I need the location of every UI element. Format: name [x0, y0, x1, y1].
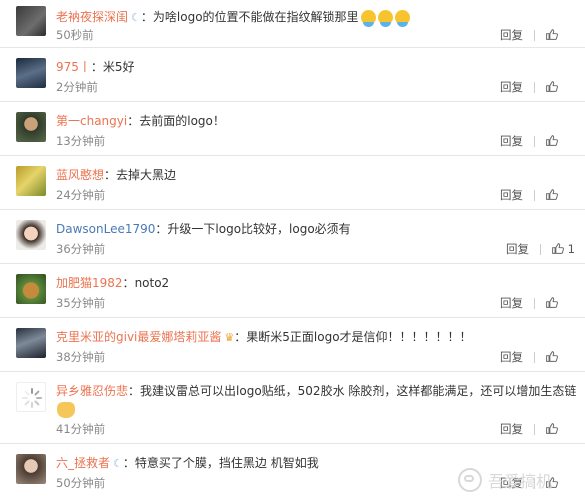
divider [534, 136, 535, 147]
comment-item: 克里米亚的givi最爱娜塔莉亚酱 ♛：果断米5正面logo才是信仰！！！！！！！ … [0, 318, 585, 372]
thumbs-up-icon [546, 189, 558, 200]
vip-badge-icon: ☾ [131, 10, 141, 24]
reply-button[interactable]: 回复 [500, 80, 523, 94]
comment-time: 2分钟前 [56, 80, 98, 94]
thumbs-up-icon [546, 297, 558, 308]
thumbs-up-icon [546, 423, 558, 434]
reply-button[interactable]: 回复 [500, 28, 523, 42]
divider [534, 424, 535, 435]
avatar[interactable] [16, 220, 46, 250]
watermark-text: 吾爱搞机 [488, 472, 553, 491]
divider [534, 352, 535, 363]
like-button[interactable]: 1 [551, 242, 575, 256]
avatar[interactable] [16, 454, 46, 484]
thumbs-up-icon [546, 29, 558, 40]
comment-text: 米5好 [102, 60, 135, 74]
avatar[interactable] [16, 6, 46, 36]
comment-time: 24分钟前 [56, 188, 106, 202]
avatar[interactable] [16, 112, 46, 142]
comment-time: 41分钟前 [56, 422, 106, 436]
divider [534, 190, 535, 201]
avatar[interactable] [16, 382, 46, 412]
avatar[interactable] [16, 328, 46, 358]
comment-text: 去掉大黑边 [116, 168, 177, 182]
commenter-name[interactable]: 975丨 [56, 60, 91, 74]
thumbs-up-icon [546, 81, 558, 92]
commenter-name[interactable]: 异乡雅忍伤悲 [56, 384, 128, 398]
comment-text: noto2 [134, 276, 170, 290]
thumbs-up-icon [546, 351, 558, 362]
commenter-name[interactable]: 蓝风憨想 [56, 168, 104, 182]
reply-button[interactable]: 回复 [500, 188, 523, 202]
commenter-name[interactable]: 六_拯救者 [56, 456, 110, 470]
comment-item: 第一changyi：去前面的logo！ 13分钟前 回复 [0, 102, 585, 156]
comment-list: 老衲夜探深闺 ☾：为啥logo的位置不能做在指纹解锁那里 50秒前 回复 975丨… [0, 0, 585, 504]
commenter-name[interactable]: 克里米亚的givi最爱娜塔莉亚酱 [56, 330, 221, 344]
emoji-icon [377, 10, 393, 27]
comment-item: 975丨：米5好 2分钟前 回复 [0, 48, 585, 102]
like-button[interactable] [545, 28, 558, 42]
commenter-name[interactable]: DawsonLee1790 [56, 222, 155, 236]
comment-item: 加肥猫1982：noto2 35分钟前 回复 [0, 264, 585, 318]
avatar[interactable] [16, 166, 46, 196]
thumbs-up-icon [546, 135, 558, 146]
divider [540, 244, 541, 255]
comment-item: 蓝风憨想：去掉大黑边 24分钟前 回复 [0, 156, 585, 210]
comment-text: 特意买了个膜，挡住黑边 机智如我 [134, 456, 319, 470]
like-button[interactable] [545, 134, 558, 148]
comment-text: 去前面的logo！ [139, 114, 225, 128]
comment-time: 50分钟前 [56, 476, 106, 490]
commenter-name[interactable]: 老衲夜探深闺 [56, 10, 128, 24]
watermark: 吾爱搞机 [458, 468, 552, 492]
comment-text: 为啥logo的位置不能做在指纹解锁那里 [152, 10, 359, 24]
avatar[interactable] [16, 274, 46, 304]
comment-text: 果断米5正面logo才是信仰！！！！！！！ [246, 330, 472, 344]
divider [534, 82, 535, 93]
crown-badge-icon: ♛ [224, 330, 235, 344]
comment-time: 35分钟前 [56, 296, 106, 310]
like-button[interactable] [545, 422, 558, 436]
comment-text: 我建议雷总可以出logo贴纸，502胶水 除胶剂，这样都能满足，还可以增加生态链 [140, 384, 577, 398]
reply-button[interactable]: 回复 [500, 296, 523, 310]
reply-button[interactable]: 回复 [506, 242, 529, 256]
like-button[interactable] [545, 188, 558, 202]
reply-button[interactable]: 回复 [500, 134, 523, 148]
emoji-icon [394, 10, 410, 27]
loading-icon [22, 388, 42, 408]
emoji-icon [360, 10, 376, 27]
divider [534, 298, 535, 309]
comment-item: 老衲夜探深闺 ☾：为啥logo的位置不能做在指纹解锁那里 50秒前 回复 [0, 0, 585, 48]
vip-badge-icon: ☾ [113, 456, 123, 470]
comment-item: 异乡雅忍伤悲：我建议雷总可以出logo贴纸，502胶水 除胶剂，这样都能满足，还… [0, 372, 585, 444]
wechat-icon [458, 468, 482, 492]
like-count: 1 [567, 242, 575, 256]
comment-time: 36分钟前 [56, 242, 106, 256]
comment-time: 13分钟前 [56, 134, 106, 148]
comment-time: 50秒前 [56, 28, 94, 42]
like-button[interactable] [545, 296, 558, 310]
commenter-name[interactable]: 加肥猫1982 [56, 276, 123, 290]
commenter-name[interactable]: 第一changyi [56, 114, 127, 128]
comment-time: 38分钟前 [56, 350, 106, 364]
like-button[interactable] [545, 350, 558, 364]
comment-item: DawsonLee1790：升级一下logo比较好，logo必须有 36分钟前 … [0, 210, 585, 264]
avatar[interactable] [16, 58, 46, 88]
divider [534, 30, 535, 41]
cat-emoji-icon [57, 402, 75, 418]
thumbs-up-icon [552, 243, 564, 254]
comment-text: 升级一下logo比较好，logo必须有 [167, 222, 351, 236]
reply-button[interactable]: 回复 [500, 422, 523, 436]
reply-button[interactable]: 回复 [500, 350, 523, 364]
like-button[interactable] [545, 80, 558, 94]
